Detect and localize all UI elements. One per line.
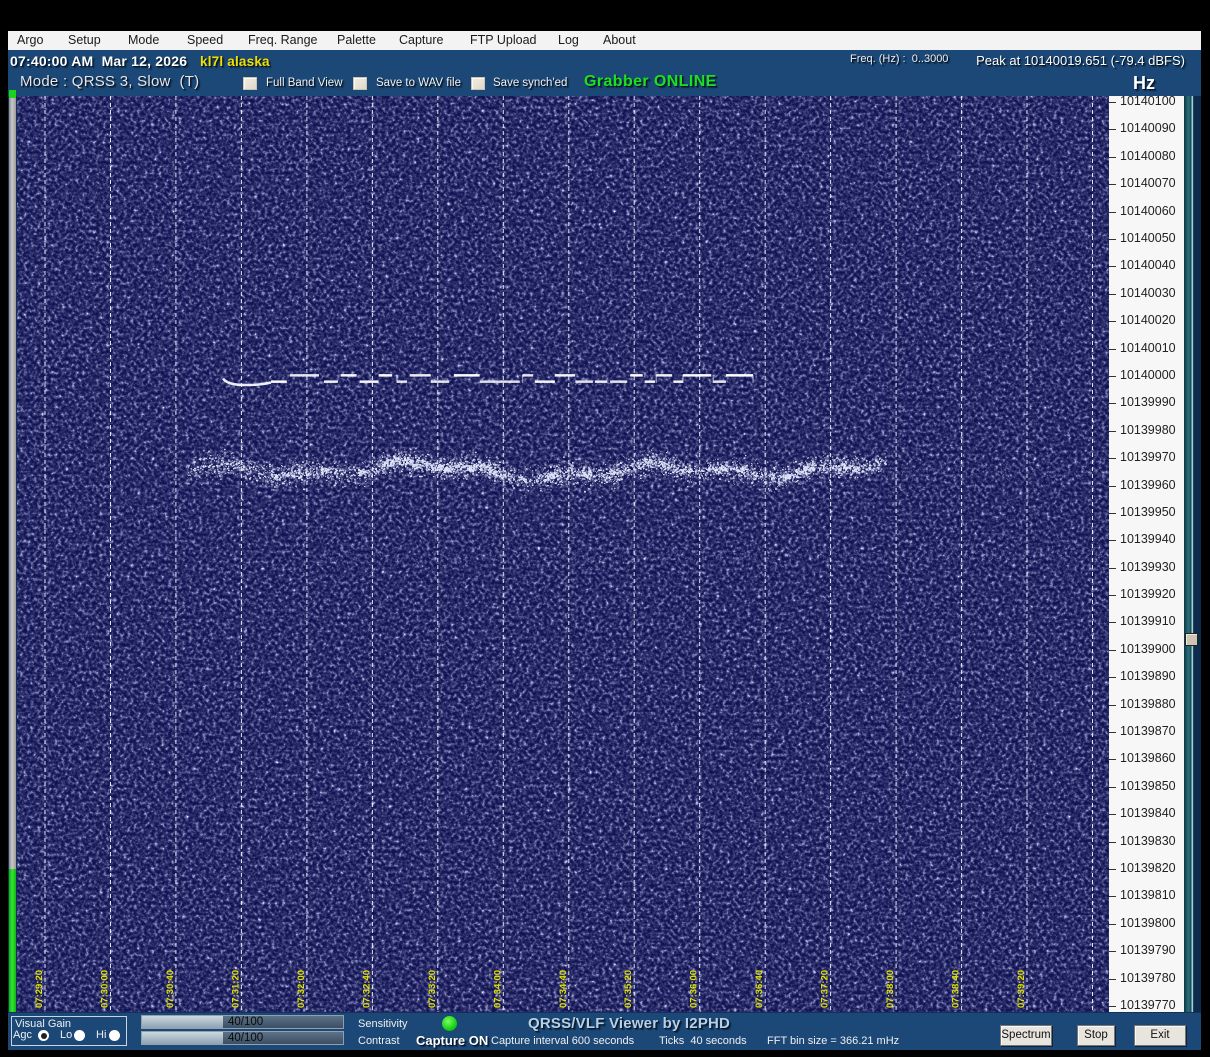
svg-text:07:32:40: 07:32:40 [361, 970, 372, 1008]
svg-text:07:34:40: 07:34:40 [558, 970, 569, 1008]
svg-text:07:29:20: 07:29:20 [34, 970, 45, 1008]
svg-text:07:35:20: 07:35:20 [623, 970, 634, 1008]
svg-text:07:37:20: 07:37:20 [820, 970, 831, 1008]
svg-text:07:34:00: 07:34:00 [492, 970, 503, 1008]
svg-text:07:39:20: 07:39:20 [1016, 970, 1027, 1008]
svg-text:07:36:00: 07:36:00 [689, 970, 700, 1008]
svg-text:07:38:40: 07:38:40 [951, 970, 962, 1008]
svg-text:07:30:40: 07:30:40 [165, 970, 176, 1008]
svg-text:07:33:20: 07:33:20 [427, 970, 438, 1008]
svg-text:07:38:00: 07:38:00 [885, 970, 896, 1008]
svg-text:07:31:20: 07:31:20 [230, 970, 241, 1008]
svg-text:07:30:00: 07:30:00 [100, 970, 111, 1008]
svg-text:07:36:40: 07:36:40 [754, 970, 765, 1008]
svg-text:07:32:00: 07:32:00 [296, 970, 307, 1008]
